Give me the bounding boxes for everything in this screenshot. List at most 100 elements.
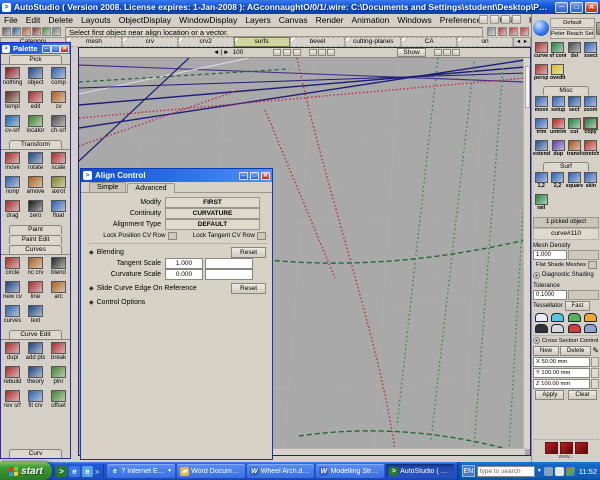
diagnostic-shade-mode-icon[interactable] <box>568 313 581 322</box>
prompt-tool-icon[interactable] <box>52 27 61 36</box>
diagnostic-shading-radio[interactable] <box>533 272 540 279</box>
shelf-set-current[interactable]: Peter Reach Set <box>550 29 595 39</box>
shelf-tool[interactable]: transf <box>566 139 582 161</box>
lock-position-checkbox[interactable] <box>168 232 177 240</box>
shelf-tab[interactable]: CA <box>401 37 457 47</box>
shelf-tool[interactable]: rail <box>533 193 549 215</box>
shelf-tool[interactable]: setup <box>550 95 566 117</box>
palette-tool[interactable]: axrot <box>47 175 70 199</box>
section-coordinate-toggle[interactable] <box>591 357 599 367</box>
diagnostic-shade-mode-icon[interactable] <box>568 324 581 333</box>
field-value-dropdown[interactable]: DEFAULT <box>165 219 260 230</box>
toolbar-icon[interactable] <box>498 27 507 36</box>
palette-tool[interactable]: rebuild <box>1 365 24 389</box>
section-coordinate-toggle[interactable] <box>591 368 599 378</box>
palette-tool[interactable]: nonp <box>1 175 24 199</box>
palette-tool[interactable]: object <box>24 66 47 90</box>
dialog-close-button[interactable]: ✕ <box>261 172 270 180</box>
menu-item[interactable]: Layers <box>241 15 275 25</box>
palette-tool[interactable]: cv <box>47 90 70 114</box>
flat-shade-checkbox[interactable] <box>588 261 597 269</box>
minimize-button[interactable]: ─ <box>555 2 568 13</box>
scale-slider-field[interactable] <box>205 269 253 280</box>
shelf-tab-misc[interactable]: Misc <box>543 86 589 95</box>
palette-tool[interactable]: cv-srf <box>1 114 24 138</box>
palette-tool[interactable]: new cv <box>1 280 24 304</box>
toolbar-icon[interactable] <box>509 27 518 36</box>
dialog-tab[interactable]: Simple <box>89 182 126 192</box>
shelf-tool[interactable]: xsect <box>583 41 599 63</box>
blending-reset-button[interactable]: Reset <box>231 247 266 258</box>
shelf-tool[interactable]: 2,2 <box>549 171 565 193</box>
shelf-tab[interactable]: surfs <box>234 37 290 47</box>
shelf-set-default[interactable]: Default <box>550 18 595 28</box>
shelf-scroll-arrows[interactable]: ◄ ► <box>513 37 531 47</box>
palette-tool[interactable]: templ <box>1 90 24 114</box>
shelf-tool[interactable]: untrim <box>550 117 566 139</box>
shelf-tool[interactable]: sf cont <box>549 41 566 63</box>
palette-tool[interactable]: arc <box>47 280 70 304</box>
palette-tool[interactable]: offset <box>47 389 70 413</box>
tolerance-slider[interactable] <box>568 290 599 300</box>
slide-reset-button[interactable]: Reset <box>231 283 266 294</box>
toolbar-icon[interactable] <box>520 27 529 36</box>
show-menu-button[interactable]: Show <box>397 48 425 57</box>
new-section-button[interactable]: New <box>533 346 559 356</box>
lock-tangent-checkbox[interactable] <box>257 232 266 240</box>
layer-icon[interactable] <box>479 15 488 24</box>
shelf-tool[interactable]: copy <box>582 117 599 139</box>
search-input[interactable] <box>477 466 535 477</box>
shelf-tab[interactable]: crv2 <box>178 37 234 47</box>
dialog-maximize-button[interactable]: □ <box>250 172 259 180</box>
snap-curve-icon[interactable] <box>501 15 510 24</box>
menu-item[interactable]: File <box>0 15 22 25</box>
section-coordinate-input[interactable]: Z 100.00 mm <box>533 379 590 389</box>
grid-toggle-icon[interactable] <box>309 49 317 56</box>
quick-launch-more-icon[interactable]: » <box>95 467 99 476</box>
menu-item[interactable]: Layouts <box>77 15 115 25</box>
view-nav-arrows[interactable]: ◄|► <box>213 49 231 56</box>
palette-tool[interactable]: curves <box>1 304 24 328</box>
scale-input[interactable]: 0.000 <box>165 269 203 280</box>
palette-tool[interactable]: plnr <box>47 365 70 389</box>
field-value-dropdown[interactable]: FIRST <box>165 197 260 208</box>
palette-tool[interactable]: float <box>47 199 70 223</box>
prompt-tool-icon[interactable] <box>2 27 11 36</box>
palette-tool[interactable]: dupl <box>1 341 24 365</box>
menu-item[interactable]: Canvas <box>275 15 312 25</box>
field-value-dropdown[interactable]: CURVATURE <box>165 208 260 219</box>
palette-tool[interactable]: fit crv <box>24 389 47 413</box>
shelf-tool[interactable]: stretch <box>582 139 599 161</box>
palette-tab-transform[interactable]: Transform <box>9 140 62 149</box>
menu-item[interactable]: Render <box>312 15 348 25</box>
palette-tab-paint-edit[interactable]: Paint Edit <box>9 235 62 244</box>
palette-tab-curv[interactable]: Curv <box>9 449 62 458</box>
shelf-tool[interactable]: extend <box>533 139 550 161</box>
section-coordinate-toggle[interactable] <box>591 379 599 389</box>
taskbar-button[interactable]: e 7 Internet Explorer ▼ <box>107 464 175 478</box>
palette-tool[interactable]: locator <box>24 114 47 138</box>
language-indicator[interactable]: EN <box>462 465 475 477</box>
pencil-icon[interactable]: ✎ <box>592 346 599 355</box>
snap-point-icon[interactable] <box>512 15 521 24</box>
palette-tool[interactable]: nc crv <box>24 256 47 280</box>
palette-tab-curves[interactable]: Curves <box>9 245 62 254</box>
section-coordinate-input[interactable]: Y 100.00 mm <box>533 368 590 378</box>
shelf-tool[interactable]: square <box>566 171 583 193</box>
palette-tab-pick[interactable]: Pick <box>9 55 62 64</box>
scale-slider-field[interactable] <box>205 258 253 269</box>
section-toggle-icon[interactable]: ◆ <box>89 285 94 292</box>
magnifier-icon[interactable] <box>293 49 301 56</box>
palette-tool[interactable]: rotate <box>24 151 47 175</box>
menu-item[interactable]: Animation <box>348 15 394 25</box>
palette-tool[interactable]: line <box>24 280 47 304</box>
menu-item[interactable]: Windows <box>393 15 435 25</box>
taskbar-button[interactable]: W Wheel Arch.doc - M... <box>247 464 315 478</box>
palette-tool[interactable]: theory <box>24 365 47 389</box>
shelf-tool[interactable]: 1,2 <box>533 171 549 193</box>
vertical-scrollbar[interactable] <box>523 58 530 449</box>
prompt-tool-icon[interactable] <box>12 27 21 36</box>
taskbar-button[interactable]: W Modelling Structure... <box>316 464 384 478</box>
menu-item[interactable]: WindowDisplay <box>175 15 241 25</box>
palette-tool[interactable]: nothing <box>1 66 24 90</box>
